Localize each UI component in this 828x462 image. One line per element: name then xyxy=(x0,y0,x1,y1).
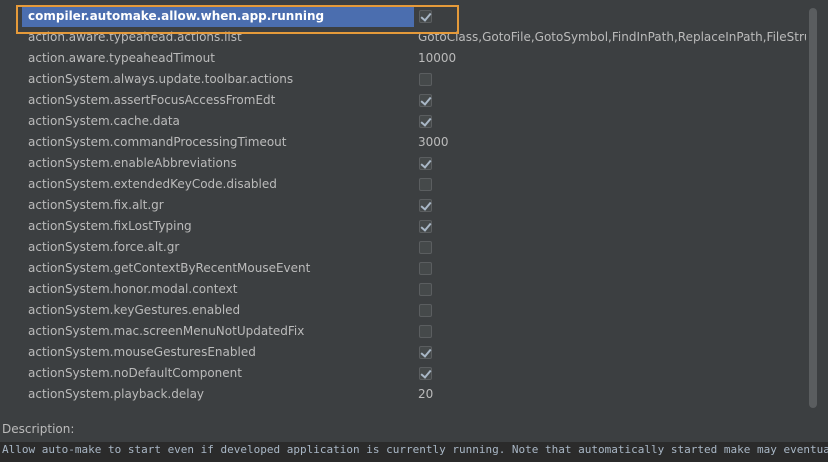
registry-key: compiler.automake.allow.when.app.running xyxy=(22,6,414,27)
value-checkbox[interactable] xyxy=(419,325,432,338)
registry-key: actionSystem.force.alt.gr xyxy=(28,240,180,254)
value-checkbox[interactable] xyxy=(419,178,432,191)
table-row[interactable]: action.aware.typeaheadTimout 10000 xyxy=(0,48,806,69)
value-checkbox[interactable] xyxy=(419,262,432,275)
registry-key: action.aware.typeahead.actions.list xyxy=(28,30,242,44)
registry-key: actionSystem.honor.modal.context xyxy=(28,282,238,296)
table-row[interactable]: actionSystem.force.alt.gr xyxy=(0,237,806,258)
registry-key: actionSystem.getContextByRecentMouseEven… xyxy=(28,261,311,275)
table-row[interactable]: actionSystem.mac.screenMenuNotUpdatedFix xyxy=(0,321,806,342)
table-row[interactable]: actionSystem.getContextByRecentMouseEven… xyxy=(0,258,806,279)
table-row[interactable]: actionSystem.enableAbbreviations xyxy=(0,153,806,174)
registry-value[interactable]: 10000 xyxy=(418,48,806,69)
value-checkbox[interactable] xyxy=(419,115,432,128)
value-checkbox[interactable] xyxy=(419,346,432,359)
table-row[interactable]: actionSystem.playback.delay 20 xyxy=(0,384,806,405)
registry-table[interactable]: compiler.automake.allow.when.app.running… xyxy=(0,6,806,408)
table-row[interactable]: actionSystem.noDefaultComponent xyxy=(0,363,806,384)
table-row[interactable]: actionSystem.assertFocusAccessFromEdt xyxy=(0,90,806,111)
registry-key: actionSystem.noDefaultComponent xyxy=(28,366,242,380)
registry-key: actionSystem.enableAbbreviations xyxy=(28,156,237,170)
registry-key: actionSystem.commandProcessingTimeout xyxy=(28,135,287,149)
registry-key: actionSystem.playback.delay xyxy=(28,387,205,401)
registry-key: actionSystem.extendedKeyCode.disabled xyxy=(28,177,277,191)
table-row[interactable]: actionSystem.extendedKeyCode.disabled xyxy=(0,174,806,195)
table-row[interactable]: actionSystem.keyGestures.enabled xyxy=(0,300,806,321)
table-row[interactable]: actionSystem.cache.data xyxy=(0,111,806,132)
table-row[interactable]: actionSystem.always.update.toolbar.actio… xyxy=(0,69,806,90)
description-label: Description: xyxy=(2,422,75,436)
registry-key: actionSystem.fix.alt.gr xyxy=(28,198,164,212)
value-checkbox[interactable] xyxy=(419,304,432,317)
value-checkbox[interactable] xyxy=(419,10,432,23)
registry-key: actionSystem.always.update.toolbar.actio… xyxy=(28,72,294,86)
registry-key: actionSystem.cache.data xyxy=(28,114,180,128)
registry-value[interactable]: 20 xyxy=(418,384,806,405)
value-checkbox[interactable] xyxy=(419,157,432,170)
registry-value[interactable]: 3000 xyxy=(418,132,806,153)
registry-key: actionSystem.fixLostTyping xyxy=(28,219,192,233)
table-row[interactable]: actionSystem.mouseGesturesEnabled xyxy=(0,342,806,363)
table-row[interactable]: actionSystem.fixLostTyping xyxy=(0,216,806,237)
value-checkbox[interactable] xyxy=(419,283,432,296)
registry-key: actionSystem.keyGestures.enabled xyxy=(28,303,241,317)
value-checkbox[interactable] xyxy=(419,241,432,254)
registry-key: actionSystem.mouseGesturesEnabled xyxy=(28,345,256,359)
value-checkbox[interactable] xyxy=(419,199,432,212)
table-row[interactable]: action.aware.typeahead.actions.list GotoC… xyxy=(0,27,806,48)
value-checkbox[interactable] xyxy=(419,220,432,233)
value-checkbox[interactable] xyxy=(419,94,432,107)
value-checkbox[interactable] xyxy=(419,73,432,86)
value-checkbox[interactable] xyxy=(419,367,432,380)
table-row[interactable]: actionSystem.fix.alt.gr xyxy=(0,195,806,216)
table-row[interactable]: compiler.automake.allow.when.app.running xyxy=(0,6,806,27)
description-text: Allow auto-make to start even if develop… xyxy=(0,442,828,462)
table-row[interactable]: actionSystem.honor.modal.context xyxy=(0,279,806,300)
vertical-scrollbar[interactable] xyxy=(806,6,820,408)
registry-key: actionSystem.mac.screenMenuNotUpdatedFix xyxy=(28,324,305,338)
table-row[interactable]: actionSystem.commandProcessingTimeout 300… xyxy=(0,132,806,153)
scrollbar-thumb[interactable] xyxy=(809,8,817,408)
registry-key: action.aware.typeaheadTimout xyxy=(28,51,215,65)
registry-key: actionSystem.assertFocusAccessFromEdt xyxy=(28,93,276,107)
registry-value[interactable]: GotoClass,GotoFile,GotoSymbol,FindInPath… xyxy=(418,27,806,48)
